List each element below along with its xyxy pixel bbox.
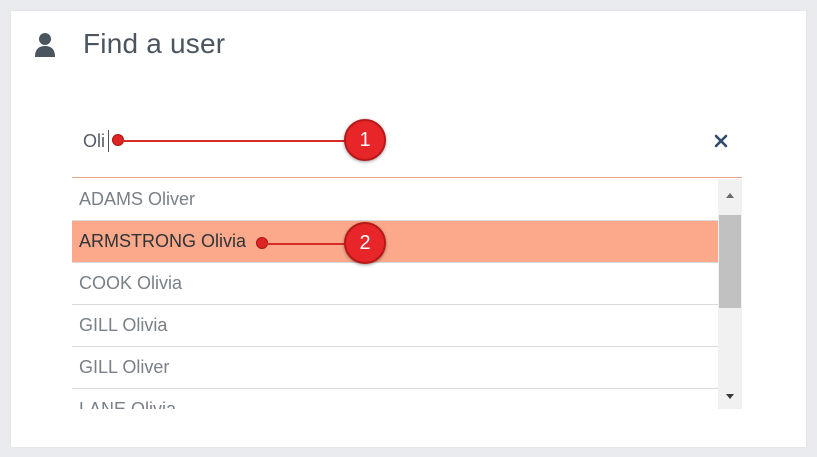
callout-badge-2: 2 (344, 222, 386, 264)
list-item[interactable]: COOK Olivia (72, 263, 718, 305)
result-list: ADAMS Oliver ARMSTRONG Olivia COOK Olivi… (72, 179, 718, 409)
scrollbar-thumb[interactable] (719, 215, 741, 308)
callout-line-2 (262, 243, 350, 245)
user-icon (35, 33, 55, 57)
callout-line-1 (118, 140, 350, 142)
scroll-up-icon[interactable] (718, 185, 742, 205)
close-icon[interactable] (711, 131, 731, 151)
scroll-down-icon[interactable] (718, 387, 742, 407)
search-field (72, 116, 742, 178)
find-user-panel: Find a user ADAMS Oliver ARMSTRONG Olivi… (11, 11, 806, 447)
results-dropdown: ADAMS Oliver ARMSTRONG Olivia COOK Olivi… (72, 179, 742, 409)
callout-badge-1: 1 (344, 119, 386, 161)
text-caret (108, 130, 109, 152)
scrollbar[interactable] (718, 179, 742, 409)
list-item[interactable]: GILL Oliver (72, 347, 718, 389)
list-item[interactable]: GILL Olivia (72, 305, 718, 347)
list-item[interactable]: ADAMS Oliver (72, 179, 718, 221)
list-item[interactable]: LANE Olivia (72, 389, 718, 409)
panel-header: Find a user (11, 11, 806, 79)
list-item-selected[interactable]: ARMSTRONG Olivia (72, 221, 718, 263)
page-title: Find a user (83, 28, 226, 59)
